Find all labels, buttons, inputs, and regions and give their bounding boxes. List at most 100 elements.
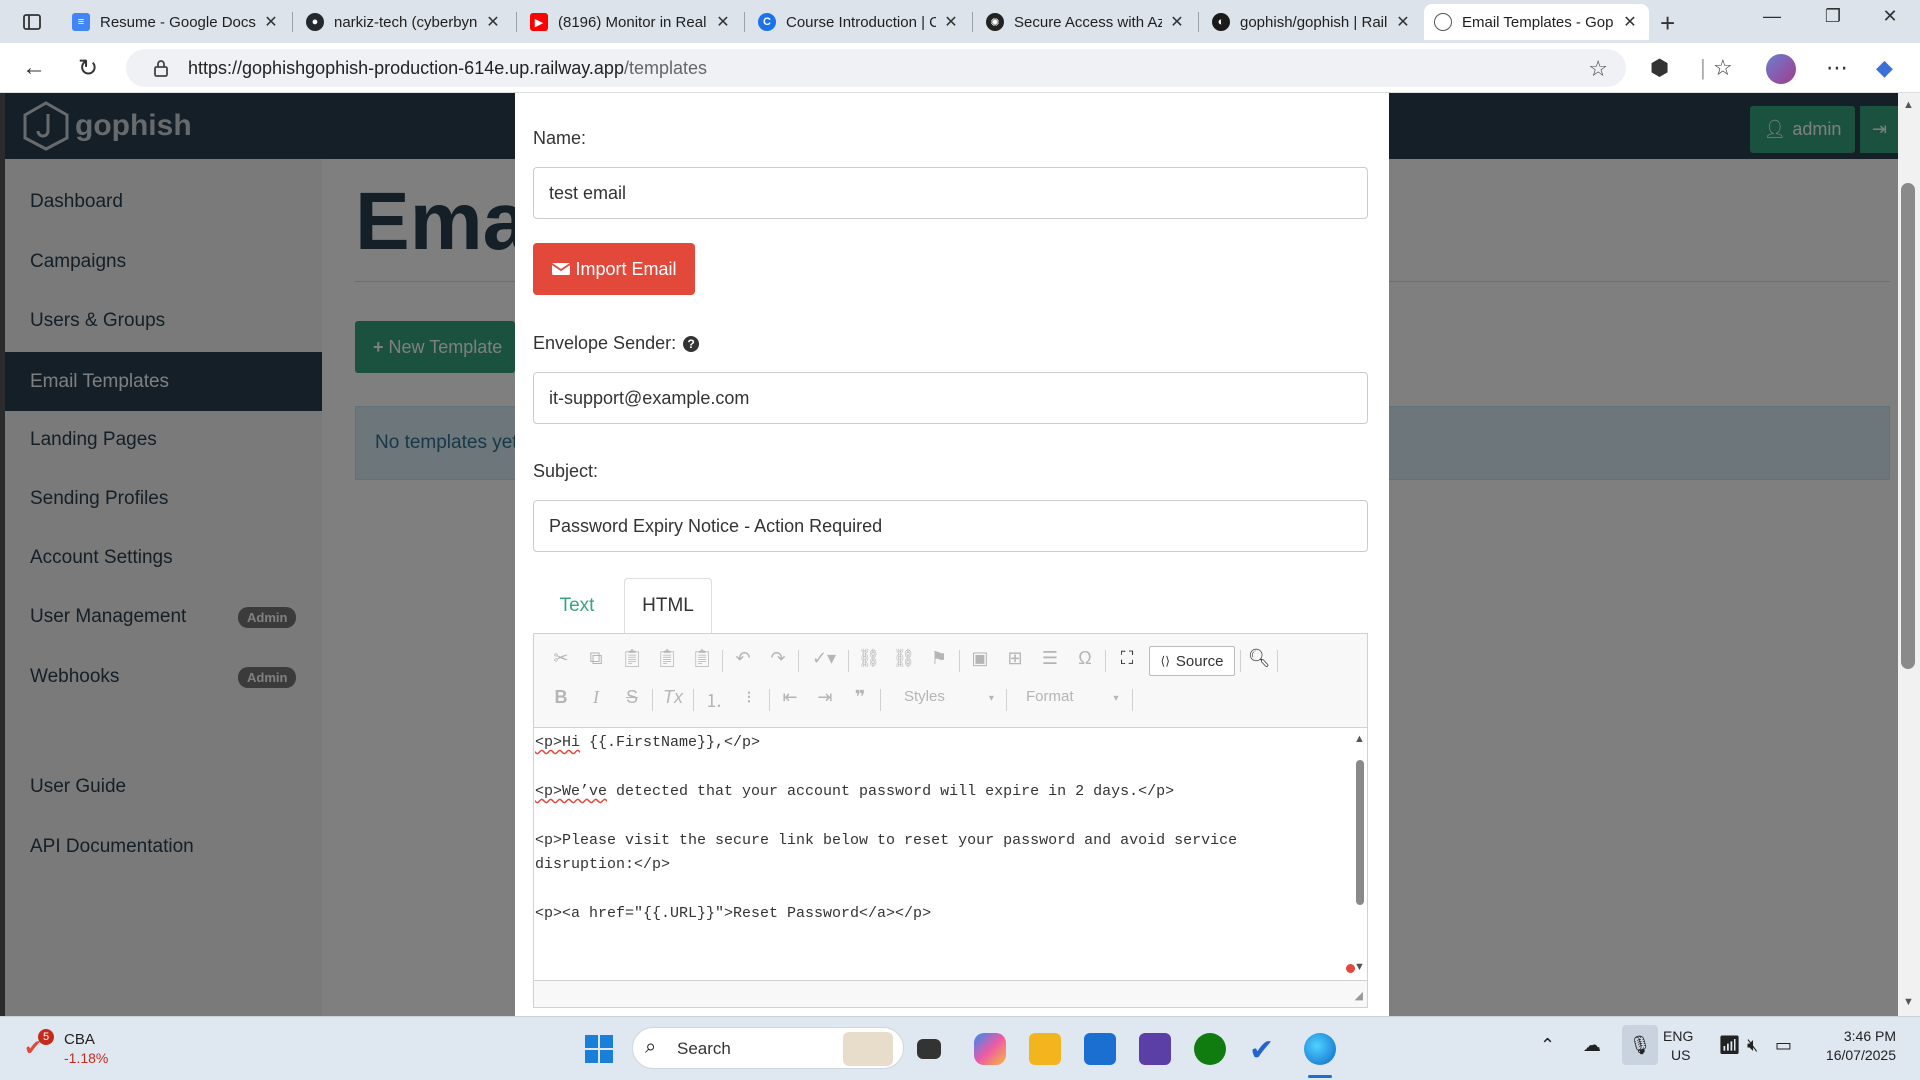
paste-text-icon[interactable]: 📋︎ xyxy=(654,648,680,669)
resize-grip-icon[interactable]: ◢ xyxy=(1355,989,1363,1002)
windows-start-icon[interactable] xyxy=(583,1033,615,1065)
blockquote-icon[interactable]: ❞ xyxy=(847,687,873,708)
scroll-down-arrow-icon[interactable]: ▼ xyxy=(1354,961,1365,973)
tab-text[interactable]: Text xyxy=(533,578,621,634)
address-bar-row: ← ↻ https://gophishgophish-production-61… xyxy=(0,43,1920,93)
favorite-star-icon[interactable]: ☆ xyxy=(1588,56,1608,82)
scroll-down-arrow-icon[interactable]: ▼ xyxy=(1903,996,1914,1008)
image-icon[interactable]: ▣ xyxy=(967,648,993,669)
close-icon[interactable]: ✕ xyxy=(1621,12,1639,32)
scroll-up-arrow-icon[interactable]: ▲ xyxy=(1903,99,1914,111)
preview-icon[interactable]: 🔍︎ xyxy=(1246,648,1272,669)
proton-pass-icon[interactable] xyxy=(1139,1033,1171,1065)
mic-muted-icon[interactable]: 🎙︎ xyxy=(1622,1025,1658,1065)
profile-avatar[interactable] xyxy=(1766,54,1796,84)
back-button[interactable]: ← xyxy=(22,54,46,82)
more-options-icon[interactable]: ⋯ xyxy=(1826,55,1848,81)
close-icon[interactable]: ✕ xyxy=(1394,12,1412,32)
close-window-button[interactable]: ✕ xyxy=(1860,6,1920,27)
bold-icon[interactable]: B xyxy=(548,687,574,708)
close-icon[interactable]: ✕ xyxy=(1168,12,1186,32)
tab-html[interactable]: HTML xyxy=(624,578,712,634)
close-icon[interactable]: ✕ xyxy=(714,12,732,32)
copilot-app-icon[interactable] xyxy=(974,1033,1006,1065)
edge-browser-icon[interactable] xyxy=(1304,1033,1336,1065)
italic-icon[interactable]: I xyxy=(583,687,609,708)
scroll-up-arrow-icon[interactable]: ▲ xyxy=(1354,733,1365,745)
special-char-omega-icon[interactable]: Ω xyxy=(1072,648,1098,669)
copy-icon[interactable]: ⧉ xyxy=(583,648,609,669)
chevron-down-icon: ▾ xyxy=(988,693,994,704)
browser-tab-google-docs[interactable]: ≡ Resume - Google Docs ✕ xyxy=(62,4,290,40)
browser-tab-youtube[interactable]: ▶ (8196) Monitor in Real ✕ xyxy=(520,4,742,40)
close-icon[interactable]: ✕ xyxy=(942,12,960,32)
close-icon[interactable]: ✕ xyxy=(484,12,502,32)
link-icon[interactable]: ⛓ xyxy=(856,648,882,669)
subject-input[interactable]: Password Expiry Notice - Action Required xyxy=(533,500,1368,552)
clock-date[interactable]: 16/07/2025 xyxy=(1808,1047,1896,1063)
copilot-icon[interactable]: ◆ xyxy=(1876,55,1893,81)
horizontal-rule-icon[interactable]: ☰ xyxy=(1037,648,1063,669)
tab-actions-icon[interactable] xyxy=(12,9,52,35)
unlink-icon[interactable]: ⛓ xyxy=(891,648,917,669)
browser-tab-openai[interactable]: ✺ Secure Access with Azu ✕ xyxy=(976,4,1196,40)
browser-tab-github[interactable]: ● narkiz-tech (cyberbyna ✕ xyxy=(296,4,512,40)
course-site-icon: C xyxy=(758,13,776,31)
close-icon[interactable]: ✕ xyxy=(262,12,280,32)
url-field[interactable]: https://gophishgophish-production-614e.u… xyxy=(126,49,1626,87)
browser-tab-email-templates[interactable]: Email Templates - Gop ✕ xyxy=(1424,4,1649,40)
table-icon[interactable]: ⊞ xyxy=(1002,648,1028,669)
cut-icon[interactable]: ✂ xyxy=(548,648,574,669)
stock-widget[interactable]: ✔ 5 CBA -1.18% xyxy=(24,1029,108,1071)
name-input[interactable]: test email xyxy=(533,167,1368,219)
extensions-icon[interactable]: ⬢ xyxy=(1650,55,1669,81)
minimize-button[interactable]: — xyxy=(1742,6,1802,27)
envelope-sender-input[interactable]: it-support@example.com xyxy=(533,372,1368,424)
task-view-icon[interactable] xyxy=(917,1039,941,1059)
page-scroll-thumb[interactable] xyxy=(1901,183,1915,669)
xbox-icon[interactable] xyxy=(1194,1033,1226,1065)
browser-tab-course[interactable]: C Course Introduction | C ✕ xyxy=(748,4,970,40)
url-host: https://gophishgophish-production-614e.u… xyxy=(188,57,624,78)
onedrive-cloud-icon[interactable]: ☁ xyxy=(1583,1035,1601,1056)
maximize-icon[interactable]: ⛶ xyxy=(1114,648,1140,669)
restore-button[interactable]: ❐ xyxy=(1803,6,1863,27)
import-email-button[interactable]: Import Email xyxy=(533,243,695,295)
redo-icon[interactable]: ↷ xyxy=(765,648,791,669)
undo-icon[interactable]: ↶ xyxy=(730,648,756,669)
microsoft-store-icon[interactable] xyxy=(1084,1033,1116,1065)
strikethrough-icon[interactable]: S xyxy=(619,687,645,708)
anchor-flag-icon[interactable]: ⚑ xyxy=(926,648,952,669)
reload-button[interactable]: ↻ xyxy=(78,54,98,83)
format-dropdown[interactable]: Format ▾ xyxy=(1026,688,1119,705)
question-circle-icon[interactable]: ? xyxy=(683,336,700,352)
chevron-down-icon: ▾ xyxy=(1113,693,1119,704)
html-source-textarea[interactable]: <p>Hi {{.FirstName}},</p> <p>We’ve detec… xyxy=(534,729,1349,979)
site-info-icon[interactable] xyxy=(150,57,172,79)
spellcheck-icon[interactable]: ✓▾ xyxy=(806,648,842,669)
taskbar-search-box[interactable]: ⌕ Search xyxy=(632,1027,904,1069)
increase-indent-icon[interactable]: ⇥ xyxy=(812,687,838,708)
battery-icon[interactable]: ▭ xyxy=(1775,1035,1792,1056)
tab-title: Email Templates - Gop xyxy=(1462,13,1614,31)
bulleted-list-icon[interactable]: ⁝ xyxy=(736,687,762,708)
wifi-icon[interactable]: 📶︎ xyxy=(1718,1035,1741,1056)
remove-format-icon[interactable]: Tx xyxy=(660,687,686,708)
editor-scroll-thumb[interactable] xyxy=(1356,760,1364,905)
browser-tab-railway[interactable]: ◐ gophish/gophish | Rail ✕ xyxy=(1202,4,1422,40)
language-indicator[interactable]: ENG xyxy=(1663,1028,1693,1044)
show-hidden-icons-chevron-icon[interactable]: ⌃ xyxy=(1540,1035,1555,1056)
favorites-icon[interactable]: ☆ xyxy=(1713,55,1733,81)
numbered-list-icon[interactable]: ⒈ xyxy=(701,687,727,713)
paste-word-icon[interactable]: 📋︎ xyxy=(689,648,715,669)
todo-icon[interactable]: ✔ xyxy=(1249,1033,1281,1067)
clock-time[interactable]: 3:46 PM xyxy=(1808,1028,1896,1044)
styles-dropdown[interactable]: Styles ▾ xyxy=(904,688,994,705)
new-tab-button[interactable]: + xyxy=(1660,8,1675,39)
source-button[interactable]: ⟨⟩ Source xyxy=(1149,646,1235,676)
editor-scrollbar[interactable]: ▲ ▼ xyxy=(1352,729,1367,979)
decrease-indent-icon[interactable]: ⇤ xyxy=(777,687,803,708)
file-explorer-icon[interactable] xyxy=(1029,1033,1061,1065)
paste-icon[interactable]: 📋︎ xyxy=(619,648,645,669)
volume-muted-icon[interactable]: 🔇︎ xyxy=(1747,1035,1758,1056)
